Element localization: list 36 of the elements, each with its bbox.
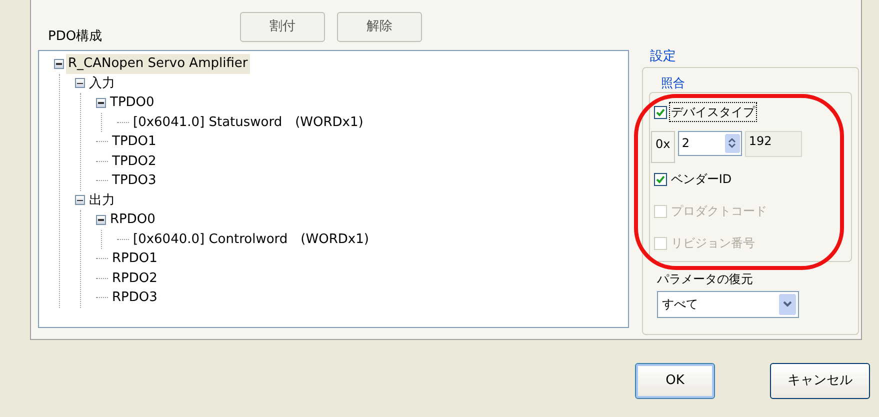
checkbox-label: プロダクトコード bbox=[670, 203, 768, 220]
checkbox-label: リビジョン番号 bbox=[670, 235, 756, 252]
tree-item[interactable]: TPDO1 bbox=[110, 132, 158, 152]
tree-item[interactable]: RPDO1 bbox=[110, 249, 160, 268]
dialog-button[interactable]: OK bbox=[635, 363, 715, 399]
group-title: 設定 bbox=[650, 48, 676, 66]
number-spinner[interactable]: 2 bbox=[678, 130, 742, 156]
chevron-down-icon bbox=[778, 294, 796, 314]
tree-item[interactable]: 入力 bbox=[87, 74, 117, 93]
tree-item[interactable]: [0x6041.0] Statusword (WORDx1) bbox=[131, 112, 366, 132]
action-button[interactable]: 解除 bbox=[337, 12, 422, 42]
action-button[interactable]: 割付 bbox=[240, 12, 325, 42]
restore-dropdown[interactable]: すべて bbox=[656, 290, 799, 318]
tree-item[interactable]: TPDO3 bbox=[110, 171, 158, 190]
tree-item[interactable]: TPDO2 bbox=[110, 152, 158, 171]
tree-item[interactable]: RPDO2 bbox=[110, 268, 160, 288]
tree-item[interactable]: RPDO0 bbox=[108, 210, 158, 230]
collapse-icon[interactable] bbox=[96, 214, 106, 225]
section-title: PDO構成 bbox=[48, 28, 104, 46]
dialog-button[interactable]: キャンセル bbox=[770, 363, 870, 399]
tree-item[interactable]: [0x6040.0] Controlword (WORDx1) bbox=[131, 230, 371, 249]
readout-field: 192 bbox=[744, 130, 802, 156]
collapse-icon[interactable] bbox=[75, 78, 85, 88]
tree-item[interactable]: TPDO0 bbox=[108, 93, 156, 112]
hex-prefix: 0x bbox=[650, 130, 675, 162]
tree-item[interactable]: R_CANopen Servo Amplifier bbox=[66, 54, 250, 74]
collapse-icon[interactable] bbox=[54, 58, 64, 69]
tree-item[interactable]: RPDO3 bbox=[110, 288, 160, 308]
group-title: 照合 bbox=[660, 74, 685, 92]
field-label: パラメータの復元 bbox=[656, 270, 753, 288]
collapse-icon[interactable] bbox=[96, 98, 106, 108]
collapse-icon[interactable] bbox=[75, 195, 85, 206]
spin-icon bbox=[724, 134, 740, 152]
checkbox-label: ベンダーID bbox=[670, 171, 733, 188]
checkbox-label: デバイスタイプ bbox=[670, 103, 756, 121]
tree-item[interactable]: 出力 bbox=[87, 190, 117, 210]
